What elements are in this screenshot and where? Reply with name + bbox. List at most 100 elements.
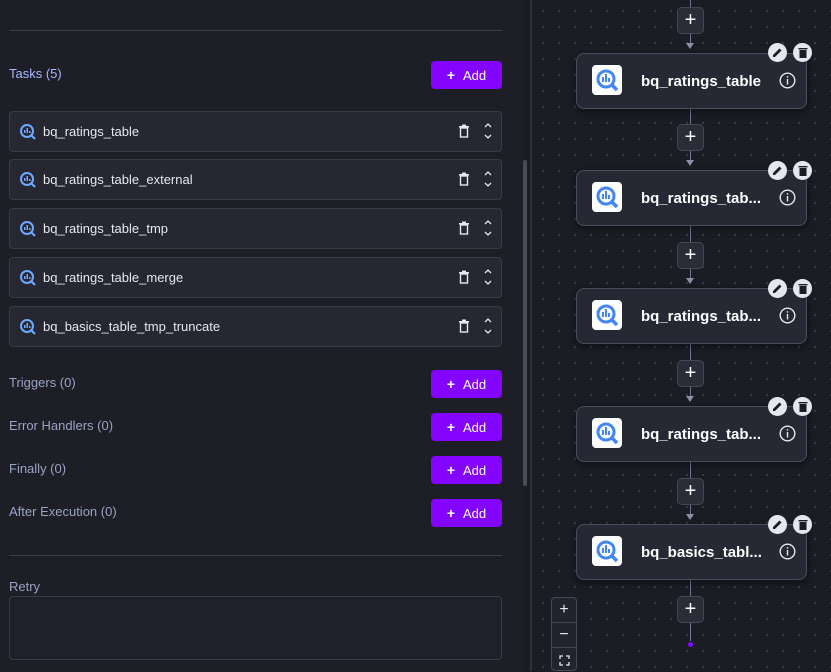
bigquery-icon (592, 536, 622, 566)
task-name: bq_ratings_table_merge (43, 270, 184, 285)
add-label: Add (463, 462, 487, 478)
bigquery-icon (20, 124, 36, 140)
bigquery-icon (592, 300, 622, 330)
plus-icon: + (446, 67, 456, 83)
connector-line (690, 462, 691, 478)
node-label: bq_ratings_tab... (641, 308, 762, 325)
trash-icon[interactable] (458, 172, 470, 186)
retry-label: Retry (9, 579, 41, 594)
add-label: Add (463, 67, 487, 83)
insert-task-button[interactable]: + (677, 242, 704, 269)
retry-field[interactable] (9, 596, 502, 660)
node-label: bq_basics_tabl... (641, 544, 762, 561)
chevron-up-down-icon[interactable] (482, 265, 494, 289)
end-dot (688, 642, 693, 647)
bigquery-icon (20, 270, 36, 286)
node-label: bq_ratings_tab... (641, 190, 762, 207)
add-error-handler-button[interactable]: + Add (431, 413, 502, 441)
add-label: Add (463, 376, 487, 392)
add-label: Add (463, 505, 487, 521)
task-row[interactable]: bq_ratings_table_merge (9, 257, 502, 298)
insert-task-button[interactable]: + (677, 7, 704, 34)
add-label: Add (463, 419, 487, 435)
plus-icon: + (446, 505, 456, 521)
info-icon[interactable] (779, 307, 796, 324)
chevron-up-down-icon[interactable] (482, 216, 494, 240)
bigquery-icon (592, 65, 622, 95)
trash-icon[interactable] (458, 319, 470, 333)
trash-icon[interactable] (793, 397, 812, 416)
task-row[interactable]: bq_ratings_table_external (9, 159, 502, 200)
pencil-icon[interactable] (768, 43, 787, 62)
triggers-title: Triggers (0) (9, 375, 76, 390)
editor-panel: Tasks (5) + Add bq_ratings_table bq_rati… (0, 0, 522, 671)
info-icon[interactable] (779, 543, 796, 560)
fit-view-icon[interactable] (552, 647, 576, 672)
connector-line (690, 226, 691, 242)
insert-task-button[interactable]: + (677, 478, 704, 505)
task-row[interactable]: bq_basics_table_tmp_truncate (9, 306, 502, 347)
connector-line (690, 0, 691, 7)
pencil-icon[interactable] (768, 515, 787, 534)
bigquery-icon (592, 182, 622, 212)
trash-icon[interactable] (458, 124, 470, 138)
top-divider (9, 30, 502, 31)
bigquery-icon (20, 221, 36, 237)
pencil-icon[interactable] (768, 397, 787, 416)
task-row[interactable]: bq_ratings_table (9, 111, 502, 152)
trash-icon[interactable] (793, 515, 812, 534)
connector-arrow (686, 514, 694, 520)
after-execution-title: After Execution (0) (9, 504, 117, 519)
connector-arrow (686, 396, 694, 402)
info-icon[interactable] (779, 425, 796, 442)
pencil-icon[interactable] (768, 279, 787, 298)
pencil-icon[interactable] (768, 161, 787, 180)
plus-icon: + (446, 419, 456, 435)
zoom-out-button[interactable]: − (552, 622, 576, 647)
connector-arrow (686, 160, 694, 166)
task-row[interactable]: bq_ratings_table_tmp (9, 208, 502, 249)
tasks-title: Tasks (5) (9, 66, 62, 81)
connector-line (690, 623, 691, 641)
info-icon[interactable] (779, 72, 796, 89)
insert-task-button[interactable]: + (677, 596, 704, 623)
trash-icon[interactable] (793, 161, 812, 180)
trash-icon[interactable] (458, 270, 470, 284)
task-name: bq_ratings_table_tmp (43, 221, 169, 236)
bigquery-icon (20, 172, 36, 188)
chevron-up-down-icon[interactable] (482, 167, 494, 191)
zoom-in-button[interactable]: + (552, 598, 576, 622)
connector-arrow (686, 278, 694, 284)
plus-icon: + (446, 376, 456, 392)
node-label: bq_ratings_tab... (641, 426, 762, 443)
task-node[interactable]: bq_ratings_table (576, 53, 807, 109)
chevron-up-down-icon[interactable] (482, 119, 494, 143)
retry-divider (9, 555, 502, 556)
trash-icon[interactable] (793, 43, 812, 62)
task-name: bq_basics_table_tmp_truncate (43, 319, 221, 334)
insert-task-button[interactable]: + (677, 360, 704, 387)
bigquery-icon (592, 418, 622, 448)
connector-line (690, 33, 691, 43)
zoom-controls: + − (551, 597, 577, 671)
add-task-button[interactable]: + Add (431, 61, 502, 89)
add-finally-button[interactable]: + Add (431, 456, 502, 484)
chevron-up-down-icon[interactable] (482, 314, 494, 338)
add-trigger-button[interactable]: + Add (431, 370, 502, 398)
insert-task-button[interactable]: + (677, 124, 704, 151)
connector-line (690, 344, 691, 360)
task-name: bq_ratings_table_external (43, 172, 193, 187)
panel-scrollbar[interactable] (523, 160, 527, 486)
bigquery-icon (20, 319, 36, 335)
node-label: bq_ratings_table (641, 73, 762, 90)
connector-arrow (686, 43, 694, 49)
info-icon[interactable] (779, 189, 796, 206)
task-name: bq_ratings_table (43, 124, 140, 139)
plus-icon: + (446, 462, 456, 478)
trash-icon[interactable] (458, 221, 470, 235)
trash-icon[interactable] (793, 279, 812, 298)
connector-line (690, 108, 691, 124)
finally-title: Finally (0) (9, 461, 67, 476)
add-after-execution-button[interactable]: + Add (431, 499, 502, 527)
connector-line (690, 580, 691, 596)
